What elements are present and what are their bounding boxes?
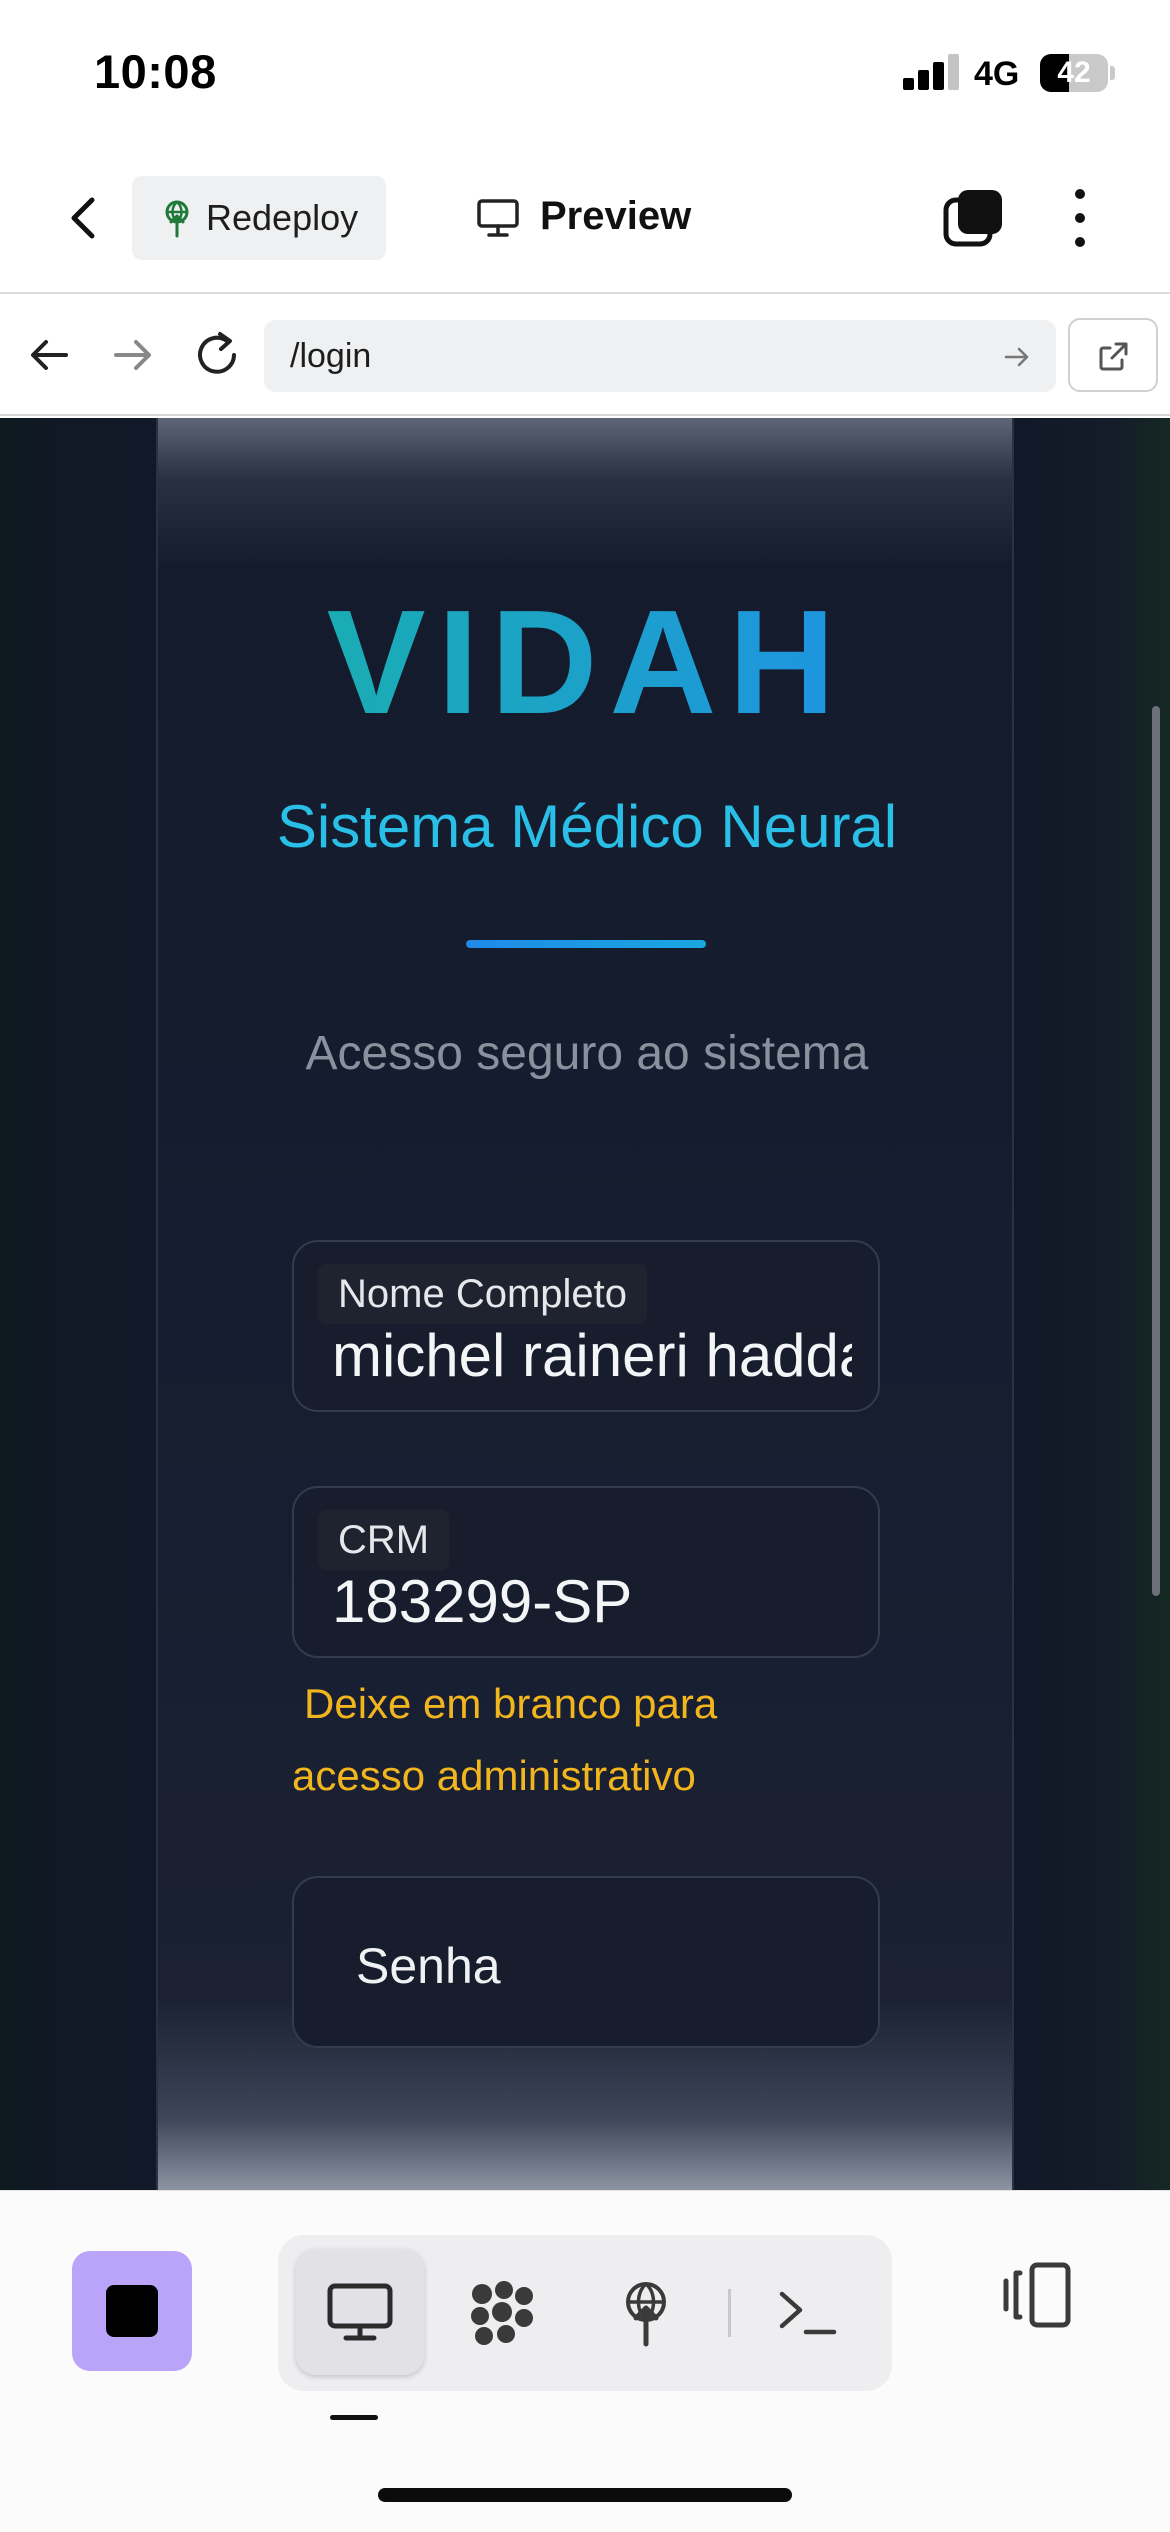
login-tagline: Acesso seguro ao sistema bbox=[305, 1027, 869, 1080]
open-external-button[interactable] bbox=[1068, 318, 1158, 392]
crm-hint: Deixe em branco para acesso administrati… bbox=[292, 1680, 718, 1799]
crm-field-label: CRM bbox=[318, 1510, 450, 1570]
browser-bar: /login bbox=[0, 296, 1170, 416]
password-placeholder: Senha bbox=[356, 1938, 501, 1994]
external-link-icon bbox=[1099, 342, 1128, 371]
password-field[interactable]: Senha bbox=[292, 1876, 880, 2048]
layout-toggle-icon bbox=[1003, 2262, 1071, 2328]
name-field-value: michel raineri haddad bbox=[332, 1322, 852, 1389]
title-divider bbox=[466, 940, 706, 948]
segment-separator bbox=[728, 2289, 731, 2337]
login-card: VIDAH Sistema Médico Neural Acesso segur… bbox=[156, 418, 1014, 2190]
reload-icon[interactable] bbox=[190, 328, 244, 382]
app-logo: VIDAH bbox=[158, 578, 1016, 748]
console-icon bbox=[779, 2291, 837, 2335]
redeploy-button[interactable]: Redeploy bbox=[132, 176, 386, 260]
workflow-view-button[interactable] bbox=[438, 2249, 566, 2375]
app-subtitle: Sistema Médico Neural bbox=[276, 793, 898, 860]
stop-button[interactable] bbox=[72, 2251, 192, 2371]
console-view-button[interactable] bbox=[744, 2249, 872, 2375]
deploy-antenna-icon bbox=[626, 2282, 666, 2347]
view-switcher bbox=[278, 2235, 892, 2391]
battery-level: 42 bbox=[1057, 56, 1091, 89]
battery-icon: 42 bbox=[1040, 54, 1108, 92]
nav-forward-arrow-icon[interactable] bbox=[108, 330, 158, 380]
battery-cap bbox=[1110, 66, 1115, 80]
page-title: Preview bbox=[540, 194, 692, 238]
nav-back-arrow-icon[interactable] bbox=[24, 330, 74, 380]
deploy-antenna-icon bbox=[165, 200, 189, 238]
more-vertical-icon[interactable] bbox=[1056, 186, 1104, 250]
redeploy-label: Redeploy bbox=[206, 197, 359, 238]
status-bar: 10:08 4G 42 bbox=[0, 0, 1170, 150]
home-indicator[interactable] bbox=[378, 2488, 792, 2502]
crm-field-value: 183299-SP bbox=[332, 1568, 633, 1635]
back-chevron-icon[interactable] bbox=[58, 190, 114, 246]
layout-toggle-button[interactable] bbox=[996, 2255, 1076, 2339]
url-input[interactable]: /login bbox=[264, 320, 1056, 392]
desktop-icon bbox=[327, 2283, 393, 2341]
web-viewport: VIDAH Sistema Médico Neural Acesso segur… bbox=[0, 418, 1170, 2190]
url-text: /login bbox=[290, 337, 372, 375]
name-field-label: Nome Completo bbox=[318, 1264, 648, 1324]
name-field[interactable]: Nome Completo michel raineri haddad bbox=[292, 1240, 880, 1412]
workflow-icon bbox=[471, 2281, 533, 2345]
desktop-view-button[interactable] bbox=[296, 2249, 424, 2375]
monitor-icon bbox=[477, 199, 519, 237]
stop-icon bbox=[106, 2285, 158, 2337]
deploy-view-button[interactable] bbox=[582, 2249, 710, 2375]
active-view-indicator bbox=[330, 2415, 378, 2420]
tabs-icon[interactable] bbox=[942, 186, 1006, 250]
app-header: Redeploy Preview bbox=[0, 150, 1170, 294]
network-type: 4G bbox=[974, 55, 1020, 93]
page-scrollbar[interactable] bbox=[1152, 706, 1160, 1596]
signal-icon bbox=[903, 54, 959, 90]
crm-field[interactable]: CRM 183299-SP bbox=[292, 1486, 880, 1658]
status-time: 10:08 bbox=[94, 45, 217, 98]
bottom-toolbar bbox=[0, 2190, 1170, 2532]
url-go-arrow-icon[interactable] bbox=[1002, 342, 1032, 372]
